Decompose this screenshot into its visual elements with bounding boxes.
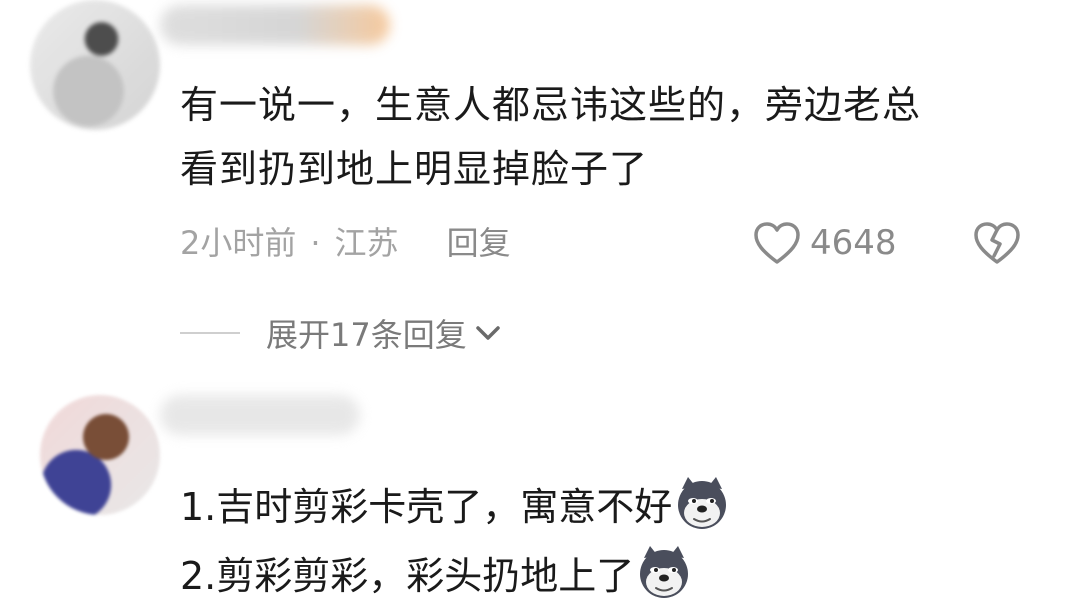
expand-replies-button[interactable]: 展开17条回复 bbox=[180, 310, 501, 356]
reply-button[interactable]: 回复 bbox=[447, 218, 511, 264]
comment-text: 2.剪彩剪彩，彩头扔地上了 bbox=[180, 553, 635, 598]
commenter-name-blurred[interactable] bbox=[160, 5, 390, 45]
heart-icon bbox=[754, 222, 800, 264]
expand-divider-line bbox=[180, 332, 240, 334]
comment-time: 2小时前 bbox=[180, 224, 297, 262]
comment-body-line: 看到扔到地上明显掉脸子了 bbox=[180, 147, 649, 191]
dislike-button[interactable] bbox=[972, 220, 1022, 270]
broken-heart-icon bbox=[974, 222, 1020, 264]
comment-meta: 2小时前 · 江苏 回复 bbox=[180, 218, 511, 264]
like-count: 4648 bbox=[810, 223, 897, 263]
chevron-down-icon bbox=[475, 326, 500, 340]
husky-dog-emoji-icon bbox=[640, 546, 689, 598]
comment-text: 1.吉时剪彩卡壳了，寓意不好 bbox=[180, 484, 673, 529]
husky-dog-emoji-icon bbox=[678, 477, 727, 529]
comment-body-line: 有一说一，生意人都忌讳这些的，旁边老总 bbox=[180, 83, 922, 127]
comment-body-line: 1.吉时剪彩卡壳了，寓意不好 bbox=[180, 475, 730, 531]
meta-separator: · bbox=[310, 224, 321, 262]
like-button[interactable]: 4648 bbox=[752, 220, 897, 266]
comment-body-line: 2.剪彩剪彩，彩头扔地上了 bbox=[180, 544, 692, 600]
commenter-avatar[interactable] bbox=[40, 395, 160, 515]
comment-location: 江苏 bbox=[334, 224, 399, 262]
commenter-name-blurred[interactable] bbox=[160, 395, 360, 435]
comment-body: 有一说一，生意人都忌讳这些的，旁边老总 看到扔到地上明显掉脸子了 bbox=[180, 73, 1040, 201]
expand-replies-label: 展开17条回复 bbox=[266, 316, 467, 354]
commenter-avatar[interactable] bbox=[30, 0, 160, 130]
